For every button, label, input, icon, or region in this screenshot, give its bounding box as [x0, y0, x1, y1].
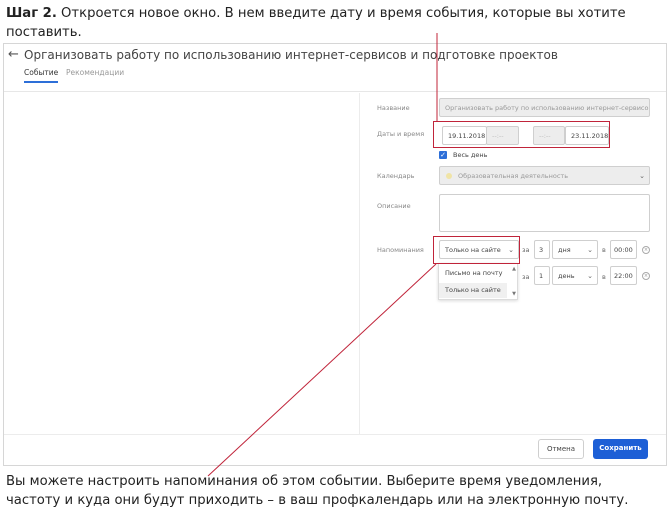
- editor-footer: [4, 434, 666, 435]
- reminder-at: в: [602, 246, 606, 254]
- tab-event[interactable]: Событие: [24, 68, 59, 83]
- event-editor-window: ← Организовать работу по использованию и…: [3, 43, 667, 466]
- reminder-unit-value: дня: [558, 246, 571, 254]
- back-arrow-icon[interactable]: ←: [8, 47, 19, 63]
- name-label: Название: [377, 104, 410, 112]
- remove-reminder2-icon[interactable]: ×: [642, 272, 650, 280]
- instruction-bottom: Вы можете настроить напоминания об этом …: [6, 474, 629, 508]
- chevron-down-icon: ⌄: [587, 246, 593, 254]
- remove-reminder-icon[interactable]: ×: [642, 246, 650, 254]
- reminder-prefix: за: [522, 246, 530, 254]
- channel-dropdown: Письмо на почту Только на сайте ▲ ▼: [438, 263, 518, 300]
- reminder2-unit-select[interactable]: день ⌄: [552, 266, 598, 285]
- reminder2-time-input[interactable]: 22:00: [610, 266, 637, 285]
- reminder2-unit-value: день: [558, 272, 575, 280]
- editor-header: ← Организовать работу по использованию и…: [4, 44, 666, 92]
- reminder-amount-input[interactable]: 3: [534, 240, 550, 259]
- name-input[interactable]: Организовать работу по использованию инт…: [439, 98, 650, 117]
- calendar-color-dot: [446, 173, 452, 179]
- instruction-top: Шаг 2. Откроется новое окно. В нем введи…: [6, 4, 626, 42]
- reminder2-at: в: [602, 273, 606, 281]
- date-label: Даты и время: [377, 130, 425, 138]
- chevron-down-icon: ⌄: [639, 172, 645, 180]
- dropdown-option-email[interactable]: Письмо на почту: [439, 266, 507, 281]
- calendar-select[interactable]: Образовательная деятельность ⌄: [439, 166, 650, 185]
- all-day-label: Весь день: [453, 151, 488, 159]
- reminder2-prefix: за: [522, 273, 530, 281]
- reminder-time-input[interactable]: 00:00: [610, 240, 637, 259]
- reminder-unit-select[interactable]: дня ⌄: [552, 240, 598, 259]
- calendar-value: Образовательная деятельность: [458, 172, 569, 180]
- chevron-down-icon: ⌄: [587, 272, 593, 280]
- scroll-up-icon[interactable]: ▲: [512, 266, 516, 272]
- reminders-label: Напоминания: [377, 246, 424, 254]
- step-label: Шаг 2.: [6, 6, 57, 21]
- description-label: Описание: [377, 202, 411, 210]
- dropdown-option-site[interactable]: Только на сайте: [439, 283, 507, 298]
- vertical-divider: [359, 93, 360, 434]
- reminder-highlight-box: [433, 236, 520, 264]
- tab-recommendations[interactable]: Рекомендации: [66, 68, 124, 78]
- step-text: Откроется новое окно. В нем введите дату…: [6, 6, 626, 40]
- calendar-label: Календарь: [377, 172, 415, 180]
- cancel-button[interactable]: Отмена: [538, 439, 584, 459]
- all-day-checkbox[interactable]: ✓: [439, 151, 447, 159]
- scroll-down-icon[interactable]: ▼: [512, 291, 516, 297]
- description-textarea[interactable]: [439, 194, 650, 232]
- reminder2-amount-input[interactable]: 1: [534, 266, 550, 285]
- date-highlight-box: [433, 121, 610, 148]
- save-button[interactable]: Сохранить: [593, 439, 648, 459]
- page-title: Организовать работу по использованию инт…: [24, 48, 558, 62]
